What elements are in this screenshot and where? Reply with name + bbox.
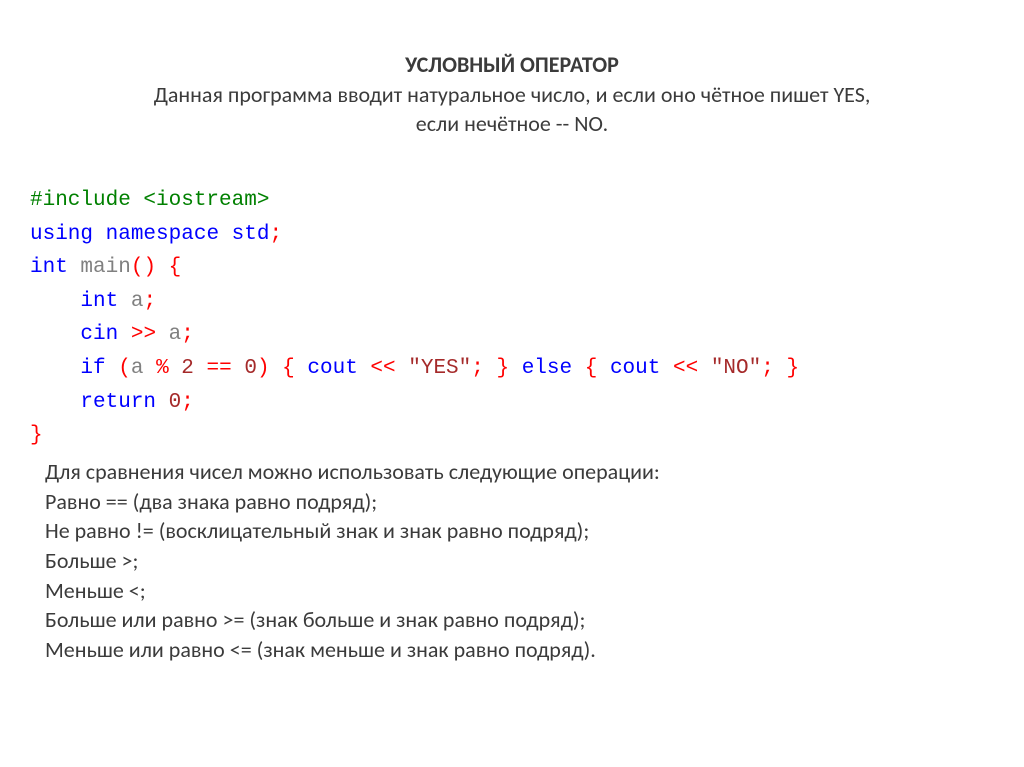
- punct-cparen: ): [257, 357, 270, 380]
- kw-namespace: namespace: [106, 223, 219, 246]
- footer-line-2: Не равно != (восклицательный знак и знак…: [45, 516, 1024, 546]
- kw-if: if: [80, 357, 105, 380]
- kw-int: int: [30, 256, 68, 279]
- op-shl-2: <<: [673, 357, 698, 380]
- ident-a: a: [131, 290, 144, 313]
- punct-obrace: {: [169, 256, 182, 279]
- punct-semi-5: ;: [761, 357, 774, 380]
- subtitle-line-2: если нечётное -- NO.: [0, 109, 1024, 139]
- code-include: #include <iostream>: [30, 189, 269, 212]
- ident-cout-2: cout: [610, 357, 660, 380]
- heading-block: УСЛОВНЫЙ ОПЕРАТОР Данная программа вводи…: [0, 50, 1024, 139]
- footer-line-5: Больше или равно >= (знак больше и знак …: [45, 605, 1024, 635]
- kw-return: return: [80, 391, 156, 414]
- footer-line-1: Равно == (два знака равно подряд);: [45, 487, 1024, 517]
- num-2: 2: [181, 357, 194, 380]
- punct-cbrace-3: }: [786, 357, 799, 380]
- footer-line-4: Меньше <;: [45, 576, 1024, 606]
- punct-cbrace-main: }: [30, 424, 43, 447]
- punct-obrace-2: {: [282, 357, 295, 380]
- footer-block: Для сравнения чисел можно использовать с…: [45, 457, 1024, 665]
- punct-semi-3: ;: [181, 323, 194, 346]
- punct-semi: ;: [269, 223, 282, 246]
- ident-std: std: [232, 223, 270, 246]
- ident-a-2: a: [169, 323, 182, 346]
- punct-obrace-3: {: [585, 357, 598, 380]
- punct-parens: (): [131, 256, 156, 279]
- footer-line-0: Для сравнения чисел можно использовать с…: [45, 457, 1024, 487]
- kw-int-2: int: [80, 290, 118, 313]
- ident-main: main: [80, 256, 130, 279]
- code-block: #include <iostream> using namespace std;…: [30, 184, 1024, 453]
- op-shr: >>: [131, 323, 156, 346]
- ident-cout: cout: [307, 357, 357, 380]
- op-mod: %: [156, 357, 169, 380]
- punct-oparen: (: [118, 357, 131, 380]
- op-eqeq: ==: [207, 357, 232, 380]
- punct-semi-6: ;: [181, 391, 194, 414]
- punct-cbrace-2: }: [496, 357, 509, 380]
- subtitle-line-1: Данная программа вводит натуральное числ…: [0, 80, 1024, 110]
- num-0b: 0: [169, 391, 182, 414]
- punct-semi-4: ;: [471, 357, 484, 380]
- page-title: УСЛОВНЫЙ ОПЕРАТОР: [0, 50, 1024, 80]
- str-yes: "YES": [408, 357, 471, 380]
- ident-a-3: a: [131, 357, 144, 380]
- str-no: "NO": [711, 357, 761, 380]
- num-0: 0: [244, 357, 257, 380]
- ident-cin: cin: [80, 323, 118, 346]
- op-shl: <<: [370, 357, 395, 380]
- footer-line-6: Меньше или равно <= (знак меньше и знак …: [45, 635, 1024, 665]
- kw-else: else: [522, 357, 572, 380]
- punct-semi-2: ;: [143, 290, 156, 313]
- kw-using: using: [30, 223, 93, 246]
- footer-line-3: Больше >;: [45, 546, 1024, 576]
